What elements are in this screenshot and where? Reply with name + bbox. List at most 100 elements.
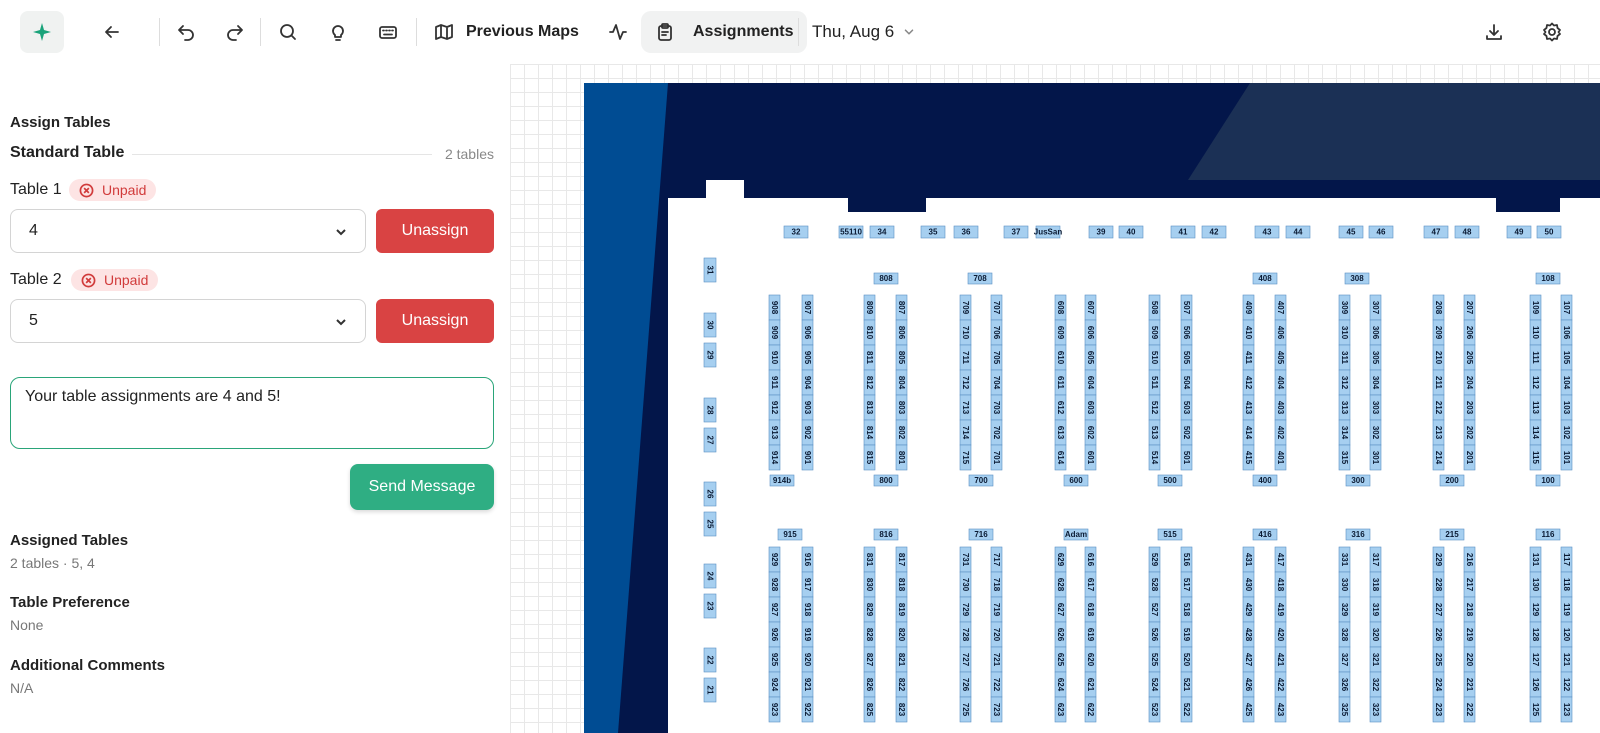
booth-label: 716 bbox=[974, 530, 988, 539]
send-message-button[interactable]: Send Message bbox=[350, 464, 494, 510]
booth-label: 412 bbox=[1244, 376, 1253, 390]
booth-label: 323 bbox=[1371, 703, 1380, 717]
booth-label: 726 bbox=[961, 678, 970, 692]
booth-label: 919 bbox=[803, 628, 812, 642]
status-badge: Unpaid bbox=[71, 269, 159, 291]
booth-label: 924 bbox=[770, 678, 779, 692]
booth-label: 815 bbox=[865, 451, 874, 465]
search-button[interactable] bbox=[272, 12, 304, 52]
booth-label: 48 bbox=[1463, 228, 1472, 237]
booth-label: 827 bbox=[865, 653, 874, 667]
unassign-table-2-button[interactable]: Unassign bbox=[376, 299, 494, 343]
booth-label: 329 bbox=[1340, 603, 1349, 617]
undo-button[interactable] bbox=[170, 12, 202, 52]
toolbar-divider bbox=[260, 18, 261, 46]
booth-label: 215 bbox=[1445, 530, 1459, 539]
booth-label: 223 bbox=[1434, 703, 1443, 717]
booth-label: 43 bbox=[1263, 228, 1272, 237]
back-button[interactable] bbox=[96, 12, 128, 52]
divider bbox=[132, 154, 432, 155]
download-button[interactable] bbox=[1478, 12, 1510, 52]
table-2-select[interactable]: 5 bbox=[10, 299, 366, 343]
booth-label: 918 bbox=[803, 603, 812, 617]
date-selector[interactable]: Thu, Aug 6 bbox=[812, 12, 916, 52]
table-type-title: Standard Table bbox=[10, 144, 125, 161]
booth-label: 405 bbox=[1276, 351, 1285, 365]
booth-label: 804 bbox=[897, 376, 906, 390]
booth-label: 430 bbox=[1244, 578, 1253, 592]
booth-label: 104 bbox=[1562, 376, 1571, 390]
booth-label: 829 bbox=[865, 603, 874, 617]
booth-label: 55110 bbox=[840, 228, 862, 237]
booth-label: 427 bbox=[1244, 653, 1253, 667]
app-logo-button[interactable] bbox=[20, 11, 64, 53]
booth-label: 501 bbox=[1182, 451, 1191, 465]
booth-label: 121 bbox=[1562, 653, 1571, 667]
booth-label: 926 bbox=[770, 628, 779, 642]
booth-label: 811 bbox=[865, 351, 874, 364]
booth-label: 800 bbox=[879, 476, 893, 485]
booth-label: 207 bbox=[1465, 301, 1474, 315]
booth-label: 523 bbox=[1150, 703, 1159, 717]
booth-label: 528 bbox=[1150, 578, 1159, 592]
booth-label: 326 bbox=[1340, 678, 1349, 692]
booth-label: 813 bbox=[865, 401, 874, 415]
assign-tables-heading: Assign Tables bbox=[10, 114, 111, 131]
booth-label: 816 bbox=[879, 530, 893, 539]
previous-maps-button[interactable]: Previous Maps bbox=[434, 12, 579, 52]
booth-label: 730 bbox=[961, 578, 970, 592]
message-input[interactable]: Your table assignments are 4 and 5! bbox=[10, 377, 494, 449]
booth-label: 128 bbox=[1531, 628, 1540, 642]
booth-label: 909 bbox=[770, 326, 779, 340]
booth-label: 116 bbox=[1542, 530, 1555, 539]
settings-button[interactable] bbox=[1536, 12, 1568, 52]
additional-comments-title: Additional Comments bbox=[10, 657, 166, 674]
booth-label: 805 bbox=[897, 351, 906, 365]
floor-map[interactable]: 32 55110 34 35 36 37 JusSan 39 40 41 42 43 44 45 46 47 4… bbox=[510, 64, 1600, 733]
activity-button[interactable] bbox=[602, 12, 634, 52]
booth-label: 404 bbox=[1276, 376, 1285, 390]
booth-label: 322 bbox=[1371, 678, 1380, 692]
keyboard-shortcuts-button[interactable] bbox=[372, 12, 404, 52]
booth-label: 914 bbox=[770, 451, 779, 465]
booth-label: 321 bbox=[1371, 653, 1380, 667]
booth-label: 803 bbox=[897, 401, 906, 415]
booth-label: 220 bbox=[1465, 653, 1474, 667]
booth-label: 226 bbox=[1434, 628, 1443, 642]
booth-label: 417 bbox=[1276, 553, 1285, 567]
booth-label: 620 bbox=[1086, 653, 1095, 667]
booth-label: 524 bbox=[1150, 678, 1159, 692]
unassign-table-1-button[interactable]: Unassign bbox=[376, 209, 494, 253]
booth-label: 717 bbox=[992, 553, 1001, 567]
search-icon bbox=[280, 24, 296, 40]
booth-label: 828 bbox=[865, 628, 874, 642]
booth-label: 431 bbox=[1244, 553, 1253, 567]
assignments-tab[interactable]: Assignments bbox=[641, 11, 808, 53]
booth-label: 118 bbox=[1562, 578, 1571, 591]
table-1-select[interactable]: 4 bbox=[10, 209, 366, 253]
booth-label: 505 bbox=[1182, 351, 1191, 365]
booth-label: 712 bbox=[961, 376, 970, 390]
booth-label: 807 bbox=[897, 301, 906, 315]
booth-label: 509 bbox=[1150, 326, 1159, 340]
booth-label: 906 bbox=[803, 326, 812, 340]
booth-label: 510 bbox=[1150, 351, 1159, 365]
floor-map-canvas[interactable]: 32 55110 34 35 36 37 JusSan 39 40 41 42 43 44 45 46 47 4… bbox=[510, 64, 1600, 733]
activity-icon bbox=[609, 24, 627, 40]
booth-label: 40 bbox=[1127, 228, 1136, 237]
additional-comments-value: N/A bbox=[10, 680, 34, 696]
booth-label: 714 bbox=[961, 426, 970, 440]
booth-label: 30 bbox=[706, 321, 715, 330]
booth-label: 600 bbox=[1069, 476, 1083, 485]
x-circle-icon bbox=[81, 273, 96, 287]
booth-label: 34 bbox=[878, 228, 887, 237]
booth-label: 47 bbox=[1432, 228, 1441, 237]
redo-button[interactable] bbox=[219, 12, 251, 52]
booth-label: 123 bbox=[1562, 703, 1571, 717]
booth-label: 42 bbox=[1210, 228, 1219, 237]
gear-icon bbox=[1543, 22, 1561, 42]
hint-button[interactable] bbox=[322, 12, 354, 52]
booth-label: 228 bbox=[1434, 578, 1443, 592]
booth-label: 819 bbox=[897, 603, 906, 617]
booth-label: 511 bbox=[1150, 376, 1159, 389]
